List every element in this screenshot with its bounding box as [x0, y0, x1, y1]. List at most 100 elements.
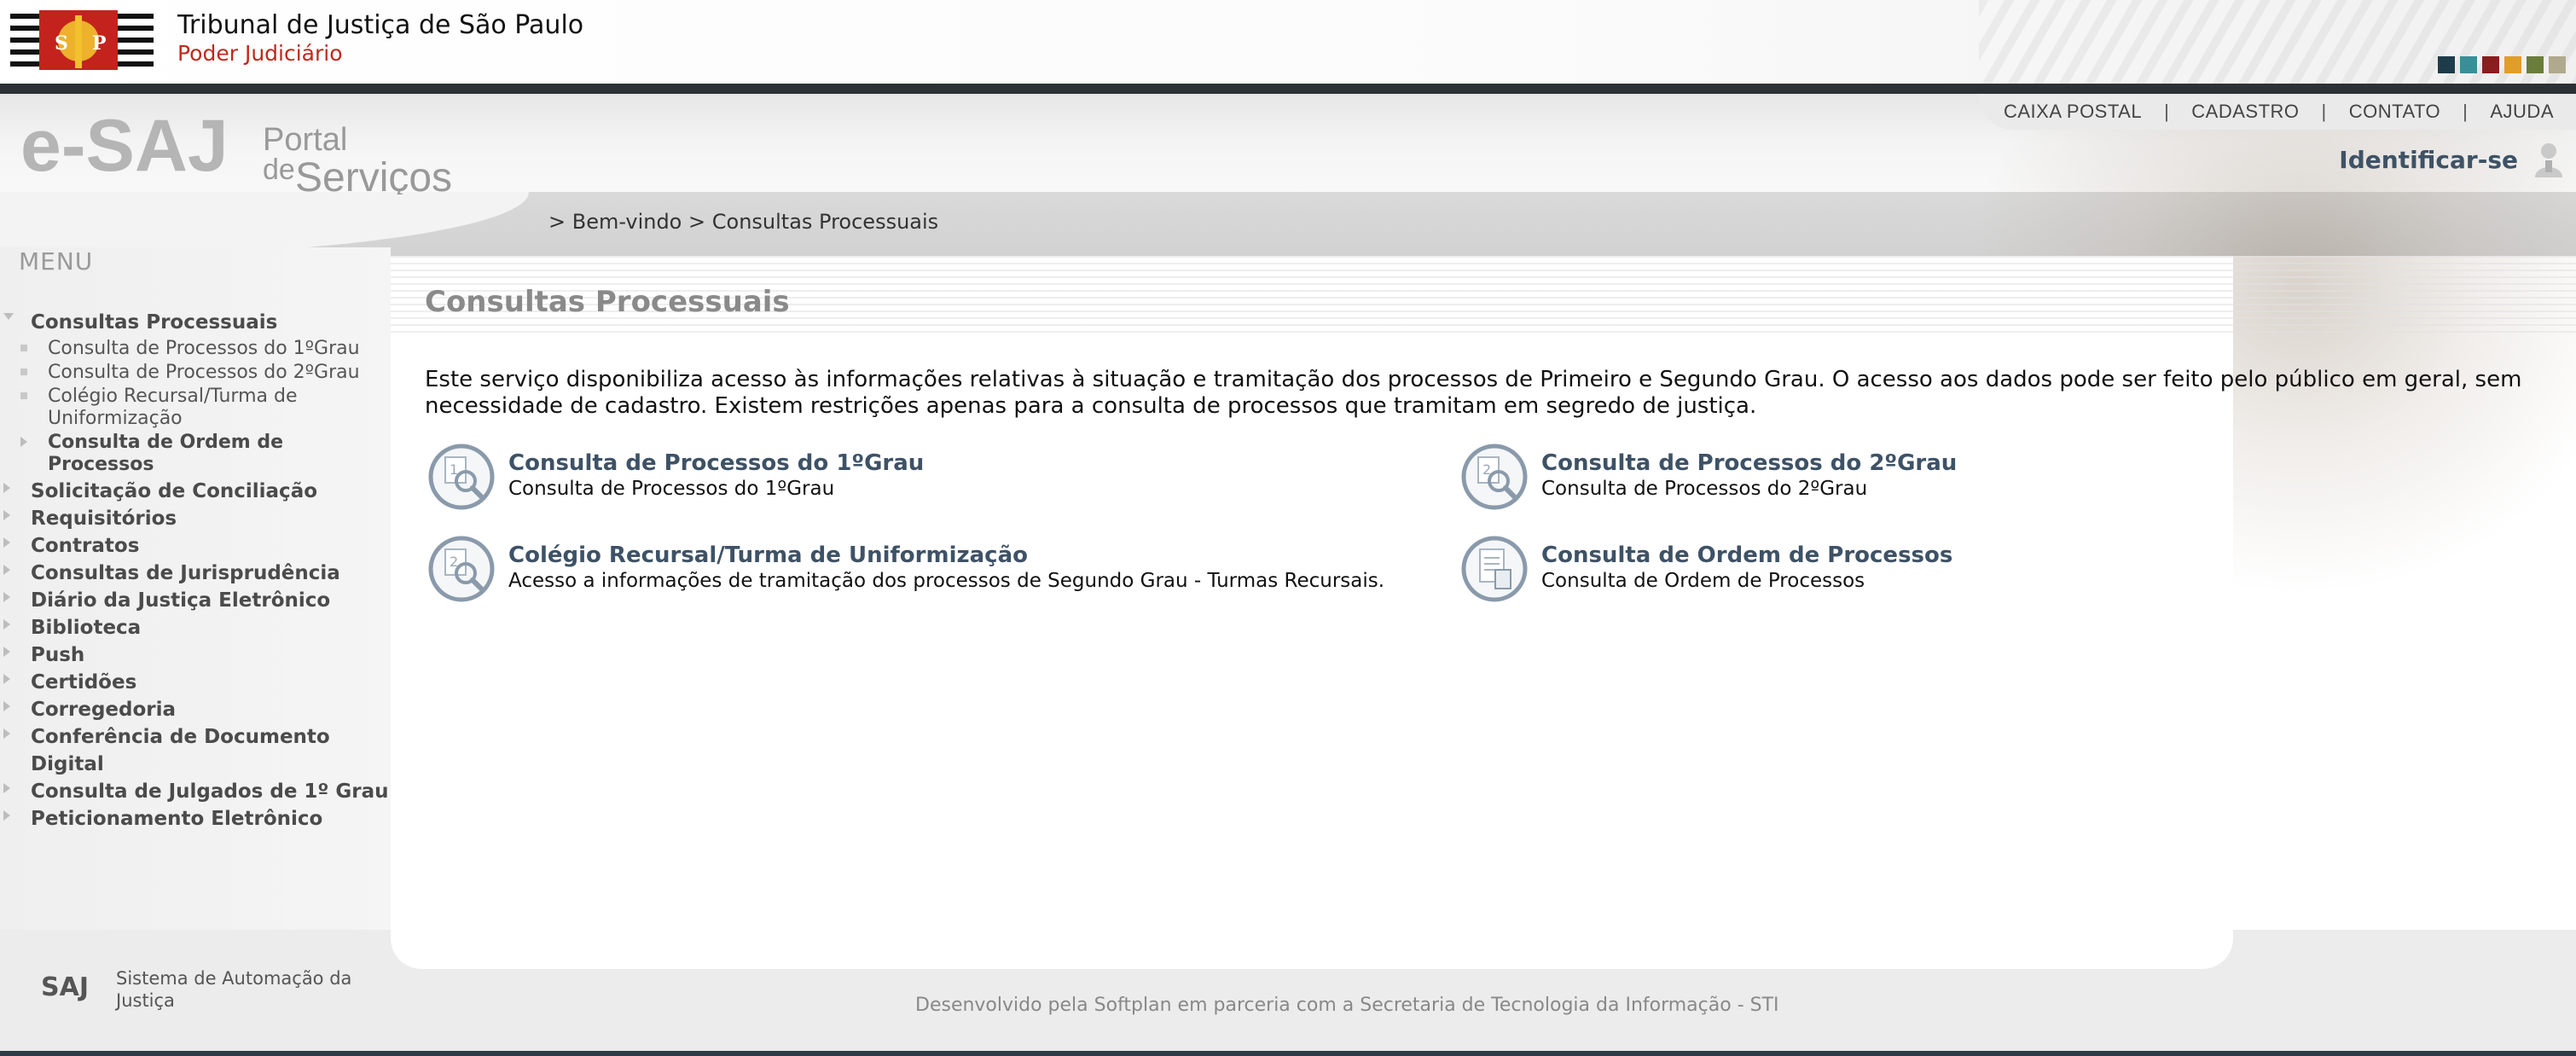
- collapsed-arrow-icon: [3, 619, 10, 630]
- service-desc: Consulta de Processos do 1ºGrau: [508, 478, 835, 500]
- service-title[interactable]: Consulta de Processos do 1ºGrau: [508, 450, 924, 476]
- theme-swatch[interactable]: [2482, 56, 2499, 73]
- content-bottom-edge: [391, 930, 2233, 969]
- portal-logo-text: Portal: [263, 122, 347, 158]
- service-desc: Consulta de Processos do 2ºGrau: [1541, 478, 1868, 500]
- tribunal-name: Tribunal de Justiça de São Paulo: [177, 10, 584, 40]
- service-text: Consulta de Processos do 1ºGrau Consulta…: [508, 444, 924, 502]
- collapsed-arrow-icon: [3, 483, 10, 493]
- theme-swatch[interactable]: [2438, 56, 2455, 73]
- magnifier-doc-2-icon[interactable]: 2: [1461, 444, 1528, 510]
- collapsed-arrow-icon: [3, 592, 10, 602]
- sidebar-item-label: Consultas Processuais: [31, 311, 278, 334]
- sidebar-subitem-processos-2grau[interactable]: Consulta de Processos do 2ºGrau: [0, 362, 391, 384]
- collapsed-arrow-icon: [3, 810, 10, 821]
- service-ordem-processos[interactable]: Consulta de Ordem de Processos Consulta …: [1461, 536, 1952, 602]
- collapsed-arrow-icon: [3, 537, 10, 548]
- sidebar-subitem-processos-1grau[interactable]: Consulta de Processos do 1ºGrau: [0, 338, 391, 360]
- sidebar-item-biblioteca[interactable]: Biblioteca: [0, 614, 391, 641]
- magnifier-doc-2-icon[interactable]: 2: [428, 536, 495, 602]
- sidebar-item-corregedoria[interactable]: Corregedoria: [0, 696, 391, 723]
- header-divider: [0, 84, 2576, 94]
- sidebar-item-label: Certidões: [31, 671, 137, 693]
- bullet-icon: [20, 345, 27, 351]
- esaj-portal-logo[interactable]: e-SAJ Portal de Serviços: [20, 109, 464, 194]
- collapsed-arrow-icon: [3, 647, 10, 657]
- theme-color-swatches: [2438, 56, 2566, 73]
- collapsed-arrow-icon: [20, 437, 27, 447]
- service-processos-1grau[interactable]: 1 Consulta de Processos do 1ºGrau Consul…: [428, 444, 924, 510]
- sidebar-item-contratos[interactable]: Contratos: [0, 532, 391, 560]
- sidebar-item-push[interactable]: Push: [0, 641, 391, 669]
- sidebar-item-conciliacao[interactable]: Solicitação de Conciliação: [0, 478, 391, 505]
- sidebar-item-label: Consulta de Julgados de 1º Grau: [31, 780, 389, 803]
- service-text: Colégio Recursal/Turma de Uniformização …: [508, 536, 1384, 594]
- sidebar-item-label: Push: [31, 644, 85, 666]
- service-text: Consulta de Processos do 2ºGrau Consulta…: [1541, 444, 1957, 502]
- theme-swatch[interactable]: [2504, 56, 2521, 73]
- sidebar-item-jurisprudencia[interactable]: Consultas de Jurisprudência: [0, 560, 391, 587]
- footer-bottom-line: [0, 1051, 2576, 1056]
- link-separator: |: [2463, 101, 2469, 122]
- collapsed-arrow-icon: [3, 674, 10, 684]
- sidebar-item-julgados-1grau[interactable]: Consulta de Julgados de 1º Grau: [0, 778, 391, 805]
- sidebar-item-label: Corregedoria: [31, 699, 177, 721]
- institutional-bar: S P Tribunal de Justiça de São Paulo Pod…: [0, 0, 2576, 84]
- login-area[interactable]: Identificar-se: [2339, 142, 2564, 177]
- breadcrumb-home[interactable]: > Bem-vindo: [548, 210, 682, 234]
- sidebar-subitem-label: Consulta de Ordem de Processos: [48, 432, 284, 475]
- user-icon[interactable]: [2533, 142, 2564, 177]
- service-title[interactable]: Consulta de Ordem de Processos: [1541, 543, 1952, 568]
- theme-swatch[interactable]: [2527, 56, 2544, 73]
- cadastro-link[interactable]: CADASTRO: [2191, 101, 2299, 123]
- theme-swatch[interactable]: [2549, 56, 2566, 73]
- main-content: [391, 256, 2233, 969]
- service-colegio-recursal[interactable]: 2 Colégio Recursal/Turma de Uniformizaçã…: [428, 536, 1384, 602]
- saj-description: Sistema de Automação da Justiça: [116, 968, 352, 1011]
- collapsed-arrow-icon: [3, 728, 10, 739]
- sidebar-item-diario[interactable]: Diário da Justiça Eletrônico: [0, 587, 391, 614]
- link-separator: |: [2321, 101, 2327, 122]
- collapsed-arrow-icon: [3, 565, 10, 575]
- sidebar-item-label: Peticionamento Eletrônico: [31, 808, 323, 830]
- sidebar-item-certidoes[interactable]: Certidões: [0, 669, 391, 696]
- service-desc: Acesso a informações de tramitação dos p…: [508, 570, 1385, 592]
- esaj-logo-text: e-SAJ: [20, 109, 229, 187]
- ajuda-link[interactable]: AJUDA: [2490, 101, 2554, 123]
- sidebar-subitem-ordem-processos[interactable]: Consulta de Ordem de Processos: [0, 432, 304, 476]
- servicos-logo-text: Serviços: [295, 155, 452, 194]
- svg-text:P: P: [92, 32, 107, 55]
- sidebar-item-requisitorios[interactable]: Requisitórios: [0, 505, 391, 532]
- sidebar-item-consultas-processuais[interactable]: Consultas Processuais: [0, 309, 391, 336]
- bullet-icon: [20, 392, 27, 399]
- service-title[interactable]: Colégio Recursal/Turma de Uniformização: [508, 543, 1384, 568]
- sidebar-item-label: Conferência de Documento Digital: [31, 726, 330, 775]
- expanded-arrow-icon: [3, 313, 14, 320]
- sidebar-item-conferencia-documento[interactable]: Conferência de Documento Digital: [0, 723, 391, 778]
- saj-logo: SAJ: [41, 972, 89, 1002]
- sidebar-menu: Consultas Processuais Consulta de Proces…: [0, 309, 391, 833]
- magnifier-doc-1-icon[interactable]: 1: [428, 444, 495, 510]
- sidebar-item-label: Biblioteca: [31, 617, 142, 639]
- sidebar-item-label: Solicitação de Conciliação: [31, 480, 318, 502]
- sidebar-subitem-label: Consulta de Processos do 1ºGrau: [48, 338, 360, 359]
- service-desc: Consulta de Ordem de Processos: [1541, 570, 1865, 592]
- bullet-icon: [20, 368, 27, 375]
- service-processos-2grau[interactable]: 2 Consulta de Processos do 2ºGrau Consul…: [1461, 444, 1957, 510]
- sidebar-item-peticionamento[interactable]: Peticionamento Eletrônico: [0, 805, 391, 833]
- caixa-postal-link[interactable]: CAIXA POSTAL: [2004, 101, 2142, 123]
- identificar-se-link[interactable]: Identificar-se: [2339, 146, 2518, 174]
- tribunal-subtitle: Poder Judiciário: [177, 41, 343, 66]
- contato-link[interactable]: CONTATO: [2349, 101, 2440, 123]
- sidebar-item-label: Diário da Justiça Eletrônico: [31, 589, 331, 612]
- breadcrumb-current: > Consultas Processuais: [688, 210, 939, 234]
- sao-paulo-flag-logo: S P: [10, 7, 154, 78]
- service-title[interactable]: Consulta de Processos do 2ºGrau: [1541, 450, 1957, 476]
- document-list-icon[interactable]: [1461, 536, 1528, 602]
- breadcrumb: > Bem-vindo > Consultas Processuais: [548, 210, 938, 234]
- collapsed-arrow-icon: [3, 701, 10, 711]
- top-links-bar: CAIXA POSTAL | CADASTRO | CONTATO | AJUD…: [1979, 94, 2576, 130]
- sidebar-subitem-colegio-recursal[interactable]: Colégio Recursal/Turma de Uniformização: [0, 386, 321, 430]
- theme-swatch[interactable]: [2460, 56, 2477, 73]
- footer-credit: Desenvolvido pela Softplan em parceria c…: [915, 995, 1779, 1016]
